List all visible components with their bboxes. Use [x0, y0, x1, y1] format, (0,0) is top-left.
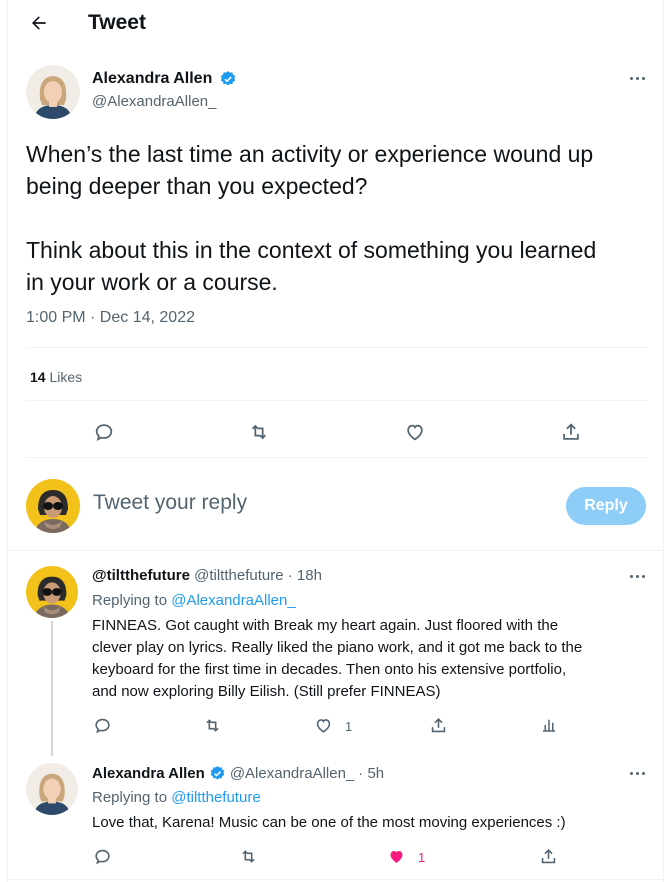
reply-text-line: FINNEAS. Got caught with Break my heart … [92, 617, 559, 634]
divider [26, 457, 648, 458]
reply-avatar[interactable] [26, 566, 78, 618]
retweet-icon [241, 849, 255, 863]
reply-button[interactable] [89, 418, 119, 446]
analytics-icon [543, 719, 555, 732]
reply-author-name[interactable]: @tiltthefuture [92, 567, 190, 584]
page-title: Tweet [88, 11, 146, 34]
reply-like-count: 1 [345, 719, 353, 734]
reply-time[interactable]: · 18h [288, 567, 322, 584]
replying-to-label: Replying to [92, 789, 168, 806]
reply-text: FINNEAS. Got caught with Break my heart … [92, 615, 652, 703]
author-name[interactable]: Alexandra Allen [92, 70, 212, 88]
like-icon [407, 424, 423, 441]
divider [26, 400, 648, 401]
reply-share-button[interactable] [536, 845, 560, 867]
reply-input[interactable]: Tweet your reply [93, 491, 247, 515]
reply-avatar[interactable] [26, 763, 78, 815]
reply-header: Alexandra Allen @AlexandraAllen_ · 5h [92, 765, 384, 782]
verified-badge-icon [210, 766, 225, 780]
tweet-timestamp[interactable]: 1:00 PM · Dec 14, 2022 [26, 309, 195, 327]
divider [26, 347, 648, 348]
author-avatar[interactable] [26, 65, 80, 119]
reply-reply-button[interactable] [90, 845, 114, 867]
tweet-paragraph: Think about this in the context of somet… [26, 237, 597, 295]
like-button[interactable] [400, 418, 430, 446]
thread-line [51, 621, 53, 756]
reply-text-line: clever play on lyrics. Really liked the … [92, 639, 583, 656]
reply-icon [95, 424, 113, 442]
likes-count: 14 [30, 369, 46, 385]
reply-header: @tiltthefuture @tiltthefuture · 18h [92, 567, 322, 584]
reply-time[interactable]: · 5h [358, 765, 384, 782]
author-handle[interactable]: @AlexandraAllen_ [92, 93, 216, 110]
reply-more-button[interactable] [630, 575, 645, 578]
back-arrow-icon [32, 16, 46, 30]
like-icon [316, 718, 330, 733]
share-icon [431, 717, 445, 732]
like-icon [390, 850, 402, 863]
reply-text-line: and now exploring Billy Eilish. (Still p… [92, 683, 441, 700]
likes-stat[interactable]: 14 Likes [30, 369, 82, 385]
retweet-icon [205, 718, 219, 732]
replying-to: Replying to @tiltthefuture [92, 789, 261, 806]
reply-retweet-button[interactable] [235, 845, 261, 867]
reply-icon [94, 718, 110, 733]
more-icon [630, 772, 633, 775]
reply-icon [94, 849, 110, 864]
reply-like-count: 1 [418, 850, 426, 865]
reply-analytics-button[interactable] [537, 714, 561, 736]
share-button[interactable] [556, 418, 586, 446]
reply-share-button[interactable] [426, 714, 450, 736]
reply-text-line: Love that, Karena! Music can be one of t… [92, 814, 566, 831]
tweet-text: When’s the last time an activity or expe… [26, 138, 646, 298]
replying-to-label: Replying to [92, 592, 168, 609]
reply-like-button[interactable] [311, 714, 335, 736]
reply-author-handle[interactable]: @AlexandraAllen_ [230, 765, 354, 782]
replying-to-link[interactable]: @tiltthefuture [171, 789, 260, 806]
replying-to: Replying to @AlexandraAllen_ [92, 592, 296, 609]
reply-text: Love that, Karena! Music can be one of t… [92, 812, 652, 834]
share-icon [541, 848, 555, 863]
likes-label: Likes [49, 369, 83, 385]
more-icon [630, 575, 633, 578]
reply-reply-button[interactable] [90, 714, 114, 736]
reply-text-line: keyboard for the first time in decades. … [92, 661, 567, 678]
reply-author-name[interactable]: Alexandra Allen [92, 765, 205, 782]
share-icon [563, 423, 579, 440]
back-button[interactable] [26, 10, 52, 36]
divider [8, 879, 663, 880]
current-user-avatar[interactable] [26, 479, 80, 533]
tweet-paragraph: When’s the last time an activity or expe… [26, 141, 594, 199]
retweet-icon [251, 424, 267, 440]
verified-badge-icon [220, 71, 236, 86]
replying-to-link[interactable]: @AlexandraAllen_ [171, 592, 295, 609]
reply-author-handle[interactable]: @tiltthefuture [194, 567, 283, 584]
more-options-button[interactable] [630, 77, 645, 80]
more-icon [630, 77, 633, 80]
reply-like-button[interactable] [384, 845, 408, 867]
column-border-left [7, 0, 8, 882]
retweet-button[interactable] [244, 418, 274, 446]
reply-retweet-button[interactable] [199, 714, 225, 736]
reply-more-button[interactable] [630, 772, 645, 775]
divider [8, 550, 663, 551]
reply-submit-button[interactable]: Reply [566, 487, 646, 525]
